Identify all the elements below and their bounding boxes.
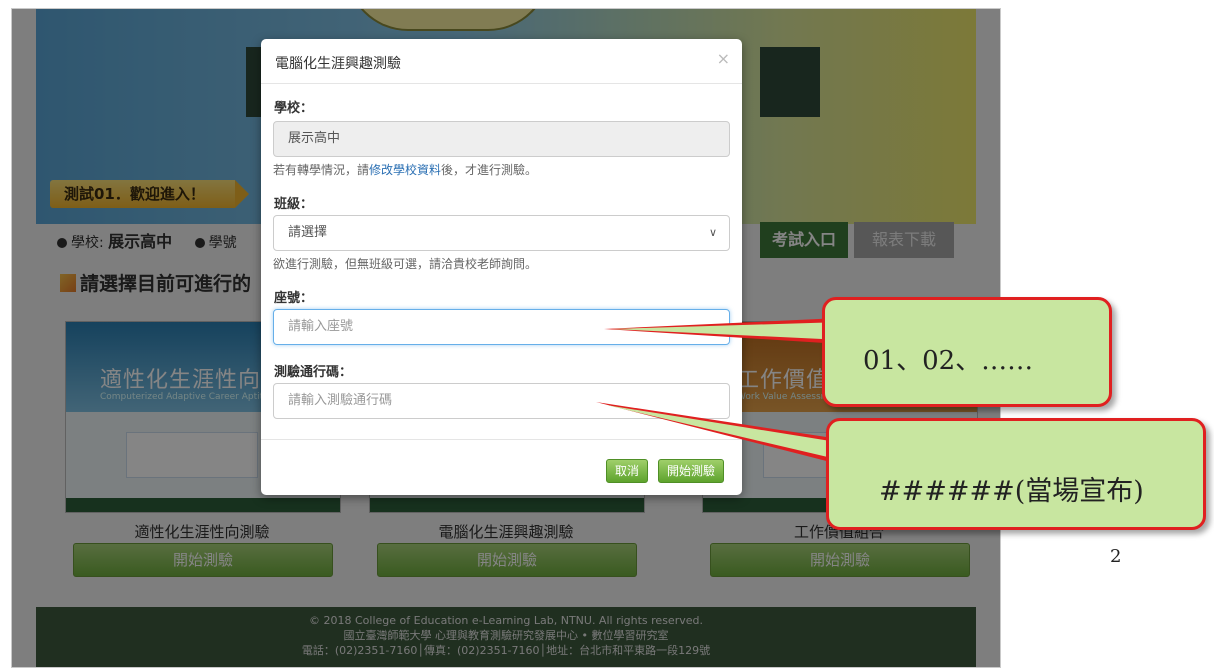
class-help: 欲進行測驗，但無班級可選，請洽貴校老師詢問。 [273, 257, 538, 271]
page-number: 2 [1110, 546, 1122, 567]
seat-label: 座號： [274, 291, 314, 306]
school-help-text: 後，才進行測驗。 [441, 163, 538, 177]
start-test-button[interactable]: 開始測驗 [658, 459, 725, 483]
seat-callout: 01、02、…… [822, 297, 1112, 407]
test-login-modal: 電腦化生涯興趣測驗 × 學校： 展示高中 若有轉學情況，請修改學校資料後，才進行… [261, 39, 742, 495]
class-label: 班級： [274, 197, 314, 212]
school-field: 展示高中 [273, 121, 730, 157]
class-select[interactable]: 請選擇 ∨ [273, 215, 730, 251]
close-icon[interactable]: × [717, 49, 730, 68]
school-help-text: 若有轉學情況，請 [273, 163, 370, 177]
chevron-down-icon: ∨ [708, 226, 717, 239]
edit-school-link[interactable]: 修改學校資料 [369, 163, 441, 177]
modal-footer: 取消 開始測驗 [261, 439, 742, 496]
modal-title: 電腦化生涯興趣測驗 [275, 56, 401, 72]
seat-number-input[interactable]: 請輸入座號 [273, 309, 730, 345]
cancel-button[interactable]: 取消 [606, 459, 649, 483]
school-label: 學校： [274, 101, 314, 116]
passcode-callout: ######(當場宣布) [826, 418, 1206, 530]
modal-header: 電腦化生涯興趣測驗 × [261, 39, 742, 84]
passcode-input[interactable]: 請輸入測驗通行碼 [273, 383, 730, 419]
passcode-label: 測驗通行碼： [274, 365, 353, 380]
school-help: 若有轉學情況，請修改學校資料後，才進行測驗。 [273, 161, 537, 178]
class-select-value: 請選擇 [288, 225, 328, 240]
